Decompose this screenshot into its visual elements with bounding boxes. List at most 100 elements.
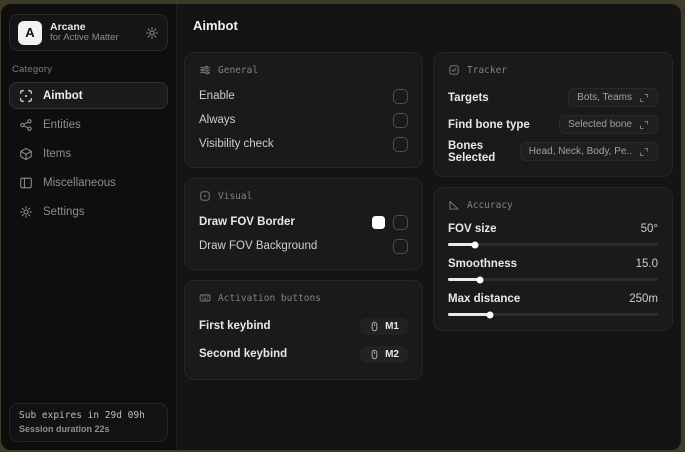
setting-row-smoothness: Smoothness 15.0 <box>448 255 658 283</box>
sidebar-nav: Aimbot Entities Items Miscellaneous Sett… <box>9 82 168 225</box>
sidebar-item-entities[interactable]: Entities <box>9 111 168 138</box>
setting-label: Bones Selected <box>448 139 496 164</box>
card-title: General <box>218 64 259 76</box>
setting-row-fov-size: FOV size 50° <box>448 220 658 248</box>
setting-label: Smoothness <box>448 258 518 270</box>
app-logo: A <box>18 20 42 45</box>
setting-label: Find bone type <box>448 118 530 131</box>
slider-thumb[interactable] <box>471 241 479 248</box>
sidebar-item-label: Items <box>43 147 72 160</box>
slider-fill <box>448 278 480 281</box>
setting-label: Always <box>199 114 236 126</box>
slider-value: 15.0 <box>635 258 658 270</box>
setting-label: Draw FOV Border <box>199 216 295 228</box>
draw-fov-border-checkbox[interactable] <box>393 214 408 230</box>
accuracy-card: Accuracy FOV size 50° Smoothness 15.0 Ma… <box>433 187 673 331</box>
visual-card-header: Visual <box>199 190 408 202</box>
bones-selected-dropdown[interactable]: Head, Neck, Body, Pe.. <box>519 142 658 161</box>
keyboard-icon <box>199 292 211 304</box>
expand-icon <box>639 147 649 157</box>
slider-thumb[interactable] <box>476 276 483 283</box>
targets-dropdown[interactable]: Bots, Teams <box>568 88 658 107</box>
sidebar-item-label: Aimbot <box>43 89 83 102</box>
fov-size-slider[interactable] <box>448 241 658 248</box>
sidebar-item-aimbot[interactable]: Aimbot <box>9 82 168 109</box>
smoothness-slider[interactable] <box>448 276 658 283</box>
angle-icon <box>448 199 460 211</box>
target-check-icon <box>448 64 460 76</box>
dropdown-value: Bots, Teams <box>577 92 632 103</box>
sub-expires-text: Sub expires in 29d 09h <box>19 410 145 421</box>
entities-icon <box>19 118 33 132</box>
main-panel: Aimbot General Enable Always Visibility … <box>177 4 681 450</box>
always-checkbox[interactable] <box>393 112 408 128</box>
slider-value: 50° <box>640 223 658 235</box>
crosshair-icon <box>19 89 33 103</box>
cube-icon <box>19 147 33 161</box>
card-title: Tracker <box>467 64 508 76</box>
setting-label: Enable <box>199 90 235 102</box>
find-bone-type-dropdown[interactable]: Selected bone <box>559 115 658 134</box>
setting-row-visibility-check: Visibility check <box>199 133 408 155</box>
mouse-icon <box>369 349 380 360</box>
keybind-value: M1 <box>385 320 399 332</box>
column-left: General Enable Always Visibility check V… <box>184 52 423 380</box>
sliders-icon <box>199 64 211 76</box>
category-label: Category <box>12 64 53 75</box>
card-title: Accuracy <box>467 199 513 211</box>
dropdown-value: Selected bone <box>568 119 632 130</box>
profile-card[interactable]: A Arcane for Active Matter <box>9 14 168 51</box>
accuracy-card-header: Accuracy <box>448 199 658 211</box>
sidebar-item-label: Settings <box>43 205 85 218</box>
fov-border-color-swatch[interactable] <box>372 215 385 229</box>
setting-label: FOV size <box>448 223 497 235</box>
setting-label: Draw FOV Background <box>199 240 318 252</box>
slider-thumb[interactable] <box>486 311 494 318</box>
tracker-card-header: Tracker <box>448 64 658 76</box>
setting-row-enable: Enable <box>199 85 408 107</box>
enable-checkbox[interactable] <box>393 88 408 104</box>
setting-label: Targets <box>448 91 489 104</box>
visibility-check-checkbox[interactable] <box>393 136 408 152</box>
setting-row-draw-fov-border: Draw FOV Border <box>199 211 408 233</box>
sidebar-item-label: Miscellaneous <box>43 176 116 189</box>
sidebar-item-miscellaneous[interactable]: Miscellaneous <box>9 169 168 196</box>
sidebar: A Arcane for Active Matter Category Aimb… <box>1 4 177 450</box>
gear-icon[interactable] <box>145 26 159 40</box>
dropdown-value: Head, Neck, Body, Pe.. <box>528 146 632 157</box>
tracker-card: Tracker Targets Bots, Teams Find bone ty… <box>433 52 673 177</box>
sidebar-item-label: Entities <box>43 118 81 131</box>
profile-text: Arcane for Active Matter <box>50 21 137 44</box>
max-distance-slider[interactable] <box>448 311 658 318</box>
setting-row-second-keybind: Second keybind M2 <box>199 341 408 367</box>
sidebar-item-items[interactable]: Items <box>9 140 168 167</box>
activation-card-header: Activation buttons <box>199 292 408 304</box>
session-duration-text: Session duration 22s <box>19 424 110 434</box>
app-subtitle: for Active Matter <box>50 32 119 44</box>
activation-buttons-card: Activation buttons First keybind M1 Seco… <box>184 280 423 380</box>
card-title: Activation buttons <box>218 292 321 304</box>
keybind-value: M2 <box>385 348 399 360</box>
slider-value: 250m <box>629 293 658 305</box>
draw-fov-background-checkbox[interactable] <box>393 238 408 254</box>
slider-fill <box>448 313 490 316</box>
gear-icon <box>19 205 33 219</box>
column-right: Tracker Targets Bots, Teams Find bone ty… <box>433 52 673 331</box>
setting-row-targets: Targets Bots, Teams <box>448 85 658 110</box>
first-keybind-button[interactable]: M1 <box>360 317 408 335</box>
expand-icon <box>639 120 649 130</box>
setting-row-find-bone-type: Find bone type Selected bone <box>448 112 658 137</box>
second-keybind-button[interactable]: M2 <box>360 345 408 363</box>
setting-label: Visibility check <box>199 138 274 150</box>
panels-icon <box>19 176 33 190</box>
frame-dot-icon <box>199 190 211 202</box>
page-title: Aimbot <box>193 18 238 33</box>
mouse-icon <box>369 321 380 332</box>
visual-card: Visual Draw FOV Border Draw FOV Backgrou… <box>184 178 423 270</box>
sidebar-item-settings[interactable]: Settings <box>9 198 168 225</box>
app-window: A Arcane for Active Matter Category Aimb… <box>1 4 681 450</box>
card-title: Visual <box>218 190 253 202</box>
setting-row-always: Always <box>199 109 408 131</box>
setting-row-max-distance: Max distance 250m <box>448 290 658 318</box>
setting-row-draw-fov-background: Draw FOV Background <box>199 235 408 257</box>
